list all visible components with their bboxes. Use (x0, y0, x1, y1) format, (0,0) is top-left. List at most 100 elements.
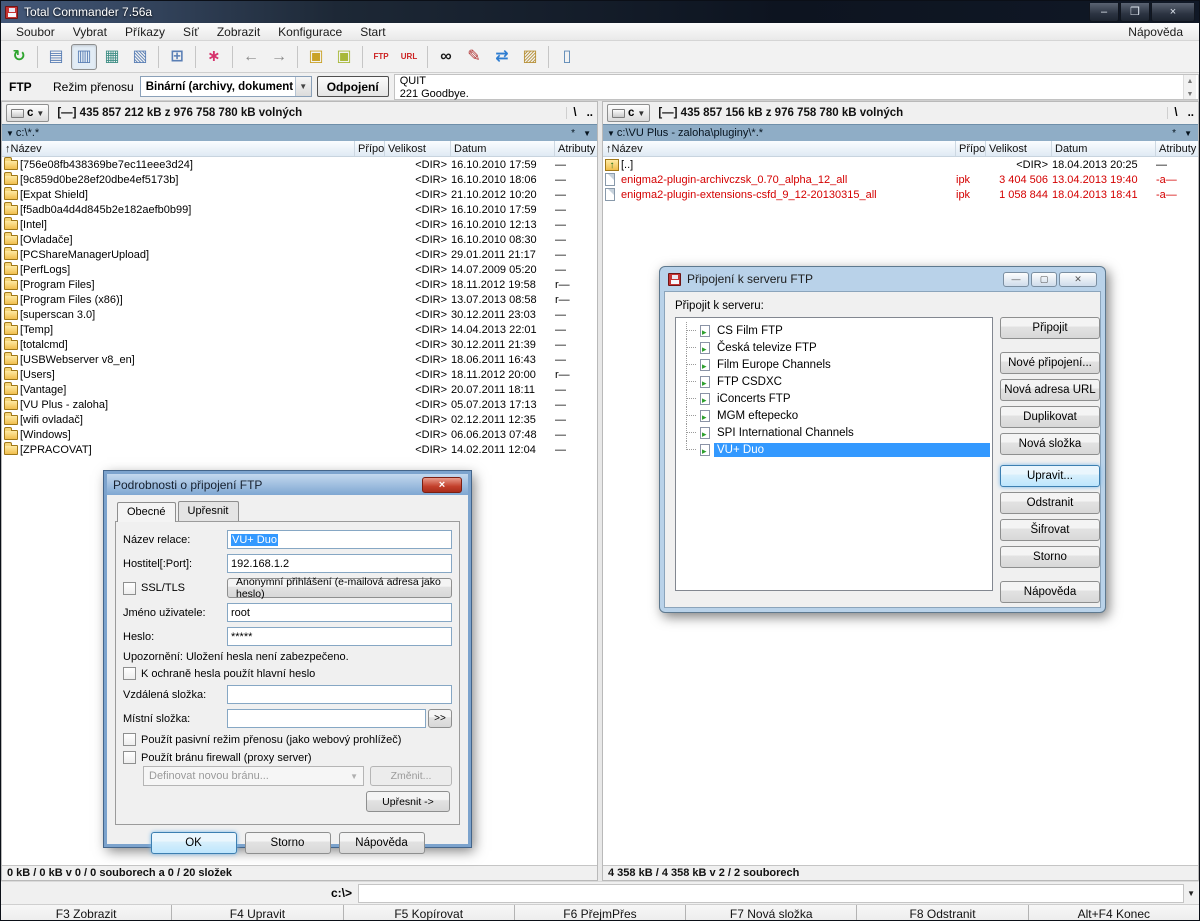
column-header[interactable]: ↑Název (2, 141, 355, 156)
file-row[interactable]: enigma2-plugin-archivczsk_0.70_alpha_12_… (603, 172, 1198, 187)
fkey-button[interactable]: F5 Kopírovat (342, 905, 514, 920)
menu-item[interactable]: Zobrazit (208, 25, 269, 39)
multi-rename-icon[interactable]: ✎ (461, 44, 487, 70)
file-row[interactable]: [Intel] <DIR> 16.10.2010 12:13— (2, 216, 597, 232)
dialog-button--ifrovat[interactable]: Šifrovat (1000, 519, 1100, 541)
refresh-icon[interactable]: ↻ (6, 44, 32, 70)
file-row[interactable]: [PerfLogs] <DIR> 14.07.2009 05:20— (2, 261, 597, 277)
dialog-button-nov-p-ipojen-[interactable]: Nové připojení... (1000, 352, 1100, 374)
select-group-icon[interactable]: ∗ (201, 44, 227, 70)
server-item[interactable]: FTP CSDXC (676, 373, 992, 390)
server-item[interactable]: SPI International Channels (676, 424, 992, 441)
tab-upresnit[interactable]: Upřesnit (177, 501, 239, 521)
column-header[interactable]: Přípo (355, 141, 385, 156)
dialog-button-odstranit[interactable]: Odstranit (1000, 492, 1100, 514)
pack-icon[interactable]: ▣ (303, 44, 329, 70)
column-header[interactable]: Datum (451, 141, 555, 156)
chevron-down-icon[interactable]: ▼ (294, 77, 311, 96)
file-row[interactable]: enigma2-plugin-extensions-csfd_9_12-2013… (603, 187, 1198, 202)
menu-item[interactable]: Start (351, 25, 394, 39)
remote-dir-field[interactable] (227, 685, 452, 704)
close-button[interactable]: × (422, 476, 462, 493)
file-row[interactable]: [totalcmd] <DIR> 30.12.2011 21:39— (2, 336, 597, 352)
clipboard-icon[interactable]: ▨ (517, 44, 543, 70)
parent-dir-button[interactable]: .. (1188, 107, 1194, 119)
dialog-button-n-pov-da[interactable]: Nápověda (1000, 581, 1100, 603)
ftp-connect-icon[interactable]: FTP (368, 44, 394, 70)
column-header[interactable]: ↑Název (603, 141, 956, 156)
username-field[interactable]: root (227, 603, 452, 622)
change-gateway-button[interactable]: Změnit... (370, 766, 452, 786)
minimize-button[interactable]: ‒ (1089, 2, 1119, 22)
file-row[interactable]: [Expat Shield] <DIR> 21.10.2012 10:20— (2, 186, 597, 202)
dialog-button-nov-adresa-url[interactable]: Nová adresa URL (1000, 379, 1100, 401)
column-header[interactable]: Atributy (1156, 141, 1198, 156)
browse-local-dir-button[interactable]: >> (428, 709, 452, 728)
tree-view-icon[interactable]: ▧ (127, 44, 153, 70)
fkey-button[interactable]: F8 Odstranit (856, 905, 1028, 920)
file-row[interactable]: [Program Files (x86)] <DIR> 13.07.2013 08:… (2, 291, 597, 307)
dialog-button-storno[interactable]: Storno (1000, 546, 1100, 568)
parent-dir-button[interactable]: .. (587, 107, 593, 119)
file-row[interactable]: [Temp] <DIR> 14.04.2013 22:01— (2, 321, 597, 337)
session-name-field[interactable]: VU+ Duo (227, 530, 452, 549)
host-field[interactable]: 192.168.1.2 (227, 554, 452, 573)
ftp-url-icon[interactable]: URL (396, 44, 422, 70)
advanced-button[interactable]: Upřesnit -> (366, 791, 450, 812)
local-dir-field[interactable] (227, 709, 426, 728)
cancel-button[interactable]: Storno (244, 832, 331, 854)
menu-item[interactable]: Příkazy (116, 25, 174, 39)
menu-napoveda[interactable]: Nápověda (1118, 25, 1193, 39)
disconnect-button[interactable]: Odpojení (316, 76, 389, 97)
help-button[interactable]: Nápověda (338, 832, 425, 854)
chevron-down-icon[interactable]: ▼ (1184, 129, 1192, 138)
menu-item[interactable]: Konfigurace (269, 25, 351, 39)
server-item[interactable]: MGM eftepecko (676, 407, 992, 424)
full-view-icon[interactable]: ▥ (71, 43, 97, 70)
file-row[interactable]: [Users] <DIR> 18.11.2012 20:00 r— (2, 366, 597, 382)
root-dir-button[interactable]: \ (573, 107, 576, 119)
ok-button[interactable]: OK (150, 832, 237, 854)
notepad-icon[interactable]: ▯ (554, 44, 580, 70)
left-path-bar[interactable]: ▼ c:\*.* * ▼ (2, 124, 597, 141)
menu-item[interactable]: Síť (174, 25, 208, 39)
file-row[interactable]: [756e08fb438369be7ec11eee3d24] <DIR> 16.10… (2, 157, 597, 172)
file-row[interactable]: ↑ [..] <DIR> 18.04.2013 20:25— (603, 157, 1198, 172)
chevron-down-icon[interactable]: ▼ (1187, 889, 1195, 898)
server-item[interactable]: Film Europe Channels (676, 356, 992, 373)
server-item[interactable]: iConcerts FTP (676, 390, 992, 407)
file-row[interactable]: [VU Plus - zaloha] <DIR> 05.07.2013 17:13— (2, 396, 597, 412)
password-field[interactable]: ***** (227, 627, 452, 646)
filter-icon[interactable]: * (1172, 128, 1176, 139)
file-row[interactable]: [Program Files] <DIR> 18.11.2012 19:58 r— (2, 276, 597, 292)
firewall-checkbox[interactable] (123, 751, 136, 764)
chevron-down-icon[interactable]: ▼ (583, 129, 591, 138)
brief-view-icon[interactable]: ▤ (43, 44, 69, 70)
gateway-select[interactable]: Definovat novou bránu... ▼ (143, 766, 364, 786)
anonymous-login-button[interactable]: Anonymní přihlášení (e-mailová adresa ja… (227, 576, 452, 600)
unpack-icon[interactable]: ▣ (331, 44, 357, 70)
fkey-button[interactable]: Alt+F4 Konec (1027, 905, 1199, 920)
dialog-button-duplikovat[interactable]: Duplikovat (1000, 406, 1100, 428)
file-row[interactable]: [ZPRACOVAT] <DIR> 14.02.2011 12:04— (2, 441, 597, 457)
fkey-button[interactable]: F6 PřejmPřes (513, 905, 686, 920)
file-row[interactable]: [Ovladače] <DIR> 16.10.2010 08:30— (2, 231, 597, 247)
column-header[interactable]: Velikost (385, 141, 451, 156)
root-dir-button[interactable]: \ (1174, 107, 1177, 119)
close-button[interactable]: × (1151, 2, 1195, 22)
dialog-button-nov-slo-ka[interactable]: Nová složka (1000, 433, 1100, 455)
drive-selector[interactable]: c ▼ (607, 104, 651, 122)
file-row[interactable]: [9c859d0be28ef20dbe4ef5173b] <DIR> 16.10.2… (2, 171, 597, 187)
column-header[interactable]: Datum (1052, 141, 1156, 156)
dialog-button-p-ipojit[interactable]: Připojit (1000, 317, 1100, 339)
search-icon[interactable]: ∞ (433, 44, 459, 70)
server-item[interactable]: VU+ Duo (676, 441, 992, 458)
log-scrollbar[interactable]: ▲ ▼ (1183, 74, 1196, 99)
thumbnail-view-icon[interactable]: ▦ (99, 44, 125, 70)
file-row[interactable]: [Vantage] <DIR> 20.07.2011 18:11— (2, 381, 597, 397)
transfer-mode-select[interactable]: Binární (archivy, dokument ▼ (139, 76, 312, 97)
right-path-bar[interactable]: ▼ c:\VU Plus - zaloha\pluginy\*.* * ▼ (603, 124, 1198, 141)
fkey-button[interactable]: F4 Upravit (171, 905, 343, 920)
restore-button[interactable]: ❒ (1120, 2, 1150, 22)
fkey-button[interactable]: F3 Zobrazit (1, 905, 172, 920)
